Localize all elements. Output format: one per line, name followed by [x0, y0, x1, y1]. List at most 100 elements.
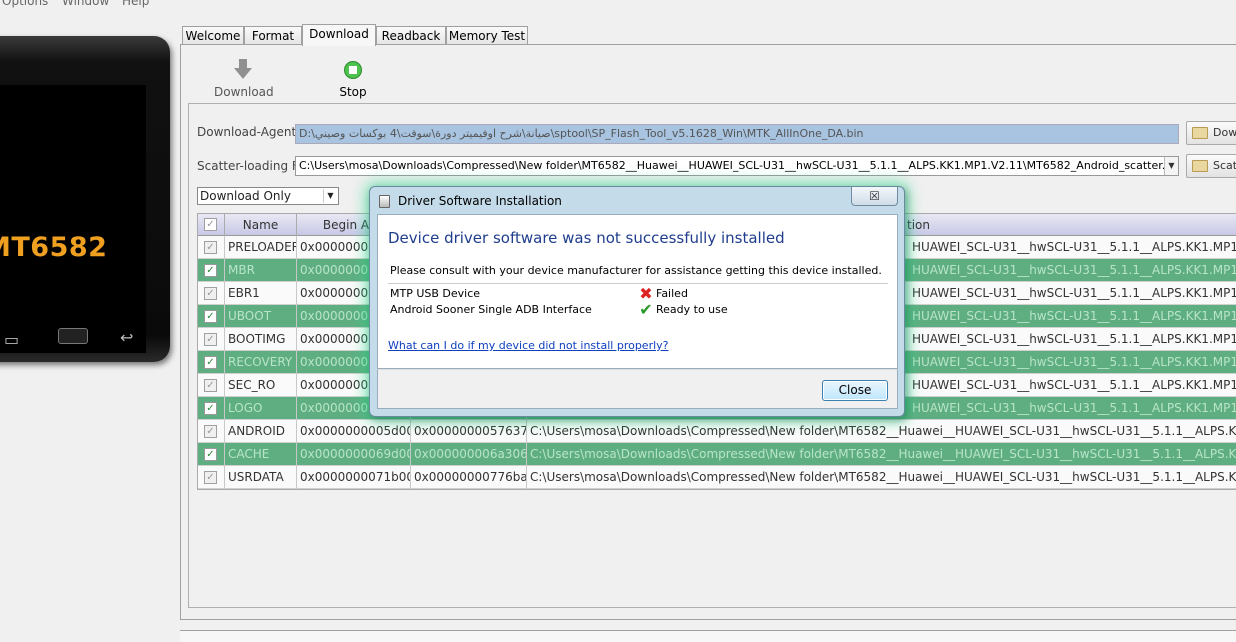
cell-end: 0x0000000057637233: [411, 420, 527, 443]
download-button-label: Download: [214, 85, 274, 99]
dialog-message: Please consult with your device manufact…: [390, 264, 882, 277]
cell-name: PRELOADER: [225, 236, 297, 259]
download-mode-value: Download Only: [200, 189, 291, 203]
device-name: MTP USB Device: [390, 287, 481, 300]
back-key-icon: ↩: [120, 328, 134, 347]
status-area: [180, 630, 1236, 642]
row-checkbox-cell: ✓: [198, 443, 225, 466]
device-status: Failed: [656, 287, 688, 300]
row-checkbox[interactable]: ✓: [204, 425, 217, 438]
stop-button-label: Stop: [339, 85, 367, 99]
cell-name: MBR: [225, 259, 297, 282]
row-checkbox-cell: ✓: [198, 420, 225, 443]
menu-options[interactable]: Options: [2, 0, 48, 8]
dialog-body: Device driver software was not successfu…: [377, 214, 898, 369]
row-checkbox-cell: ✓: [198, 236, 225, 259]
row-checkbox[interactable]: ✓: [204, 402, 217, 415]
download-button[interactable]: Download: [214, 58, 274, 99]
row-checkbox-cell: ✓: [198, 305, 225, 328]
menu-window[interactable]: Window: [62, 0, 109, 8]
phone-brand-label: MT6582: [0, 232, 108, 263]
device-name: Android Sooner Single ADB Interface: [390, 303, 592, 316]
table-row[interactable]: ✓ CACHE0x0000000069d000000x000000006a3060…: [198, 443, 1236, 466]
cell-name: USRDATA: [225, 466, 297, 489]
download-agent-browse-label: Down: [1213, 126, 1236, 139]
tab-download[interactable]: Download: [302, 24, 376, 46]
phone-image: MT6582 ▭ ↩: [0, 36, 170, 362]
cell-name: BOOTIMG: [225, 328, 297, 351]
cell-location: C:\Users\mosa\Downloads\Compressed\New f…: [527, 420, 1236, 443]
row-checkbox[interactable]: ✓: [204, 448, 217, 461]
cell-name: RECOVERY: [225, 351, 297, 374]
cell-name: LOGO: [225, 397, 297, 420]
scatter-file-combo[interactable]: C:\Users\mosa\Downloads\Compressed\New f…: [295, 156, 1179, 176]
cell-begin: 0x0000000071b00000: [297, 466, 411, 489]
driver-icon: [379, 195, 390, 208]
header-check-all[interactable]: ✓: [198, 214, 225, 236]
dialog-title: Driver Software Installation: [398, 194, 562, 208]
home-key-icon: [58, 328, 88, 344]
scatter-file-path: C:\Users\mosa\Downloads\Compressed\New f…: [299, 159, 1179, 172]
row-checkbox-cell: ✓: [198, 328, 225, 351]
cell-begin: 0x0000000069d00000: [297, 443, 411, 466]
dialog-close-x-button[interactable]: ☒: [851, 187, 898, 206]
cell-name: CACHE: [225, 443, 297, 466]
check-icon: ✔: [639, 300, 653, 319]
row-checkbox[interactable]: ✓: [204, 379, 217, 392]
device-status: Ready to use: [656, 303, 728, 316]
chevron-down-icon[interactable]: ▼: [323, 189, 337, 203]
scatter-file-browse-label: Scatt: [1213, 159, 1236, 172]
dialog-separator: [388, 283, 888, 284]
download-agent-label: Download-Agent: [197, 125, 297, 139]
tab-readback[interactable]: Readback: [376, 26, 446, 45]
row-checkbox[interactable]: ✓: [204, 287, 217, 300]
scatter-file-browse-button[interactable]: Scatt: [1186, 154, 1236, 178]
menu-help[interactable]: Help: [122, 0, 149, 8]
folder-icon: [1192, 127, 1208, 139]
stop-button[interactable]: Stop: [330, 60, 376, 99]
row-checkbox[interactable]: ✓: [204, 241, 217, 254]
close-icon: ☒: [869, 189, 880, 203]
cell-name: ANDROID: [225, 420, 297, 443]
cell-name: EBR1: [225, 282, 297, 305]
tab-memory-test[interactable]: Memory Test: [446, 26, 528, 45]
cell-begin: 0x0000000005d00000: [297, 420, 411, 443]
dialog-footer: Close: [377, 369, 898, 409]
tab-format[interactable]: Format: [244, 26, 302, 45]
row-checkbox[interactable]: ✓: [204, 264, 217, 277]
download-agent-browse-button[interactable]: Down: [1186, 121, 1236, 145]
row-checkbox[interactable]: ✓: [204, 471, 217, 484]
download-mode-select[interactable]: Download Only ▼: [197, 187, 339, 205]
folder-icon: [1192, 160, 1208, 172]
table-row[interactable]: ✓ ANDROID0x0000000005d000000x000000005763…: [198, 420, 1236, 443]
cell-location: C:\Users\mosa\Downloads\Compressed\New f…: [527, 443, 1236, 466]
dialog-heading: Device driver software was not successfu…: [388, 229, 785, 247]
download-arrow-icon: [234, 59, 252, 79]
cell-name: UBOOT: [225, 305, 297, 328]
row-checkbox[interactable]: ✓: [204, 356, 217, 369]
cell-name: SEC_RO: [225, 374, 297, 397]
menu-key-icon: ▭: [4, 330, 20, 349]
download-agent-path[interactable]: D:\صيانة\شرح اوفيميتر دورة\سوفت\4 بوكسات…: [295, 124, 1179, 144]
driver-installation-dialog: Driver Software Installation ☒ Device dr…: [369, 186, 905, 417]
stop-icon: [344, 61, 362, 79]
chevron-down-icon[interactable]: ▼: [1164, 157, 1178, 175]
tab-welcome[interactable]: Welcome: [182, 26, 244, 45]
row-checkbox-cell: ✓: [198, 374, 225, 397]
checkbox-icon: ✓: [204, 218, 217, 231]
row-checkbox[interactable]: ✓: [204, 333, 217, 346]
row-checkbox-cell: ✓: [198, 466, 225, 489]
help-link[interactable]: What can I do if my device did not insta…: [388, 339, 669, 352]
row-checkbox[interactable]: ✓: [204, 310, 217, 323]
cell-location: C:\Users\mosa\Downloads\Compressed\New f…: [527, 466, 1236, 489]
phone-screen: [0, 85, 146, 353]
cell-end: 0x000000006a306093: [411, 443, 527, 466]
row-checkbox-cell: ✓: [198, 282, 225, 305]
header-name[interactable]: Name: [225, 214, 297, 236]
row-checkbox-cell: ✓: [198, 397, 225, 420]
cell-end: 0x00000000776ba597: [411, 466, 527, 489]
table-row[interactable]: ✓ USRDATA0x0000000071b000000x00000000776b…: [198, 466, 1236, 489]
row-checkbox-cell: ✓: [198, 351, 225, 374]
close-button[interactable]: Close: [822, 380, 888, 401]
row-checkbox-cell: ✓: [198, 259, 225, 282]
